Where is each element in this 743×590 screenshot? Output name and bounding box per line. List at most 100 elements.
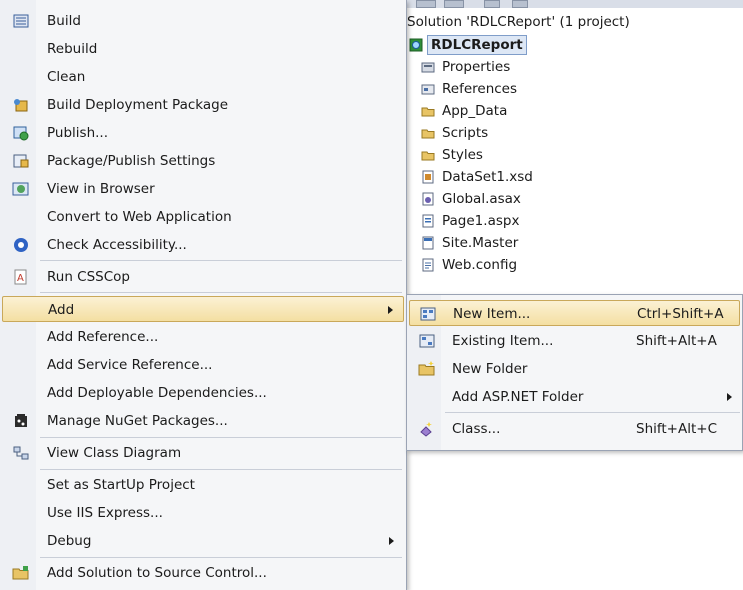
toolbar-button[interactable] xyxy=(444,0,464,8)
menu-item-package-publish-settings[interactable]: Package/Publish Settings xyxy=(2,148,404,174)
source-control-icon xyxy=(12,566,29,580)
menu-item-label: Build xyxy=(47,13,81,29)
submenu-item-label: Existing Item... xyxy=(452,333,554,349)
menu-item-convert-to-web-application[interactable]: Convert to Web Application xyxy=(2,204,404,230)
menu-item-debug[interactable]: Debug xyxy=(2,528,404,554)
menu-item-label: Add Solution to Source Control... xyxy=(47,565,267,581)
menu-item-build-deployment-package[interactable]: Build Deployment Package xyxy=(2,92,404,118)
menu-item-label: Add xyxy=(48,302,75,318)
menu-item-clean[interactable]: Clean xyxy=(2,64,404,90)
submenu-arrow-icon xyxy=(388,306,393,314)
project-label: RDLCReport xyxy=(427,35,527,55)
menu-item-run-csscop[interactable]: A Run CSSCop xyxy=(2,264,404,290)
tree-item-label: DataSet1.xsd xyxy=(442,169,533,185)
menu-item-add-reference[interactable]: Add Reference... xyxy=(2,324,404,350)
solution-explorer: Solution 'RDLCReport' (1 project) RDLCRe… xyxy=(405,8,743,290)
csscop-icon: A xyxy=(14,269,27,285)
shortcut-label: Shift+Alt+A xyxy=(636,333,717,349)
menu-item-label: Build Deployment Package xyxy=(47,97,229,113)
submenu-item-existing-item[interactable]: Existing Item... Shift+Alt+A xyxy=(409,328,740,354)
menu-item-label: Clean xyxy=(47,69,86,85)
menu-item-label: Use IIS Express... xyxy=(47,505,163,521)
menu-separator xyxy=(40,260,402,261)
build-icon xyxy=(13,14,29,28)
tree-item-label: Global.asax xyxy=(442,191,521,207)
menu-item-label: Check Accessibility... xyxy=(47,237,187,253)
menu-item-rebuild[interactable]: Rebuild xyxy=(2,36,404,62)
package-settings-icon xyxy=(13,154,29,168)
menu-item-label: Add Reference... xyxy=(47,329,159,345)
new-item-icon xyxy=(420,307,436,321)
solution-node[interactable]: Solution 'RDLCReport' (1 project) xyxy=(407,14,630,30)
toolbar-button[interactable] xyxy=(484,0,500,8)
menu-item-label: Run CSSCop xyxy=(47,269,130,285)
menu-item-add-deployable-dependencies[interactable]: Add Deployable Dependencies... xyxy=(2,380,404,406)
menu-item-add-service-reference[interactable]: Add Service Reference... xyxy=(2,352,404,378)
submenu-arrow-icon xyxy=(389,537,394,545)
web-project-icon xyxy=(409,38,423,52)
dataset-file-icon xyxy=(422,170,434,184)
deployment-package-icon xyxy=(14,99,28,112)
global-asax-icon xyxy=(422,192,434,206)
menu-item-label: View in Browser xyxy=(47,181,155,197)
submenu-item-label: New Folder xyxy=(452,361,528,377)
tree-item-label: Page1.aspx xyxy=(442,213,520,229)
menu-item-label: Package/Publish Settings xyxy=(47,153,216,169)
submenu-item-new-folder[interactable]: New Folder xyxy=(409,356,740,382)
tree-item-label: Web.config xyxy=(442,257,518,273)
add-submenu: New Item... Ctrl+Shift+A Existing Item..… xyxy=(406,294,743,451)
menu-item-label: View Class Diagram xyxy=(47,445,182,461)
menu-item-label: Debug xyxy=(47,533,92,549)
properties-icon xyxy=(421,62,435,73)
references-icon xyxy=(421,84,435,95)
menu-item-add[interactable]: Add xyxy=(2,296,404,322)
menu-item-build[interactable]: Build xyxy=(2,8,404,34)
menu-item-set-as-startup-project[interactable]: Set as StartUp Project xyxy=(2,472,404,498)
shortcut-label: Ctrl+Shift+A xyxy=(637,306,724,322)
menu-separator xyxy=(445,412,740,413)
tree-item-label: Site.Master xyxy=(442,235,519,251)
menu-separator xyxy=(40,557,402,558)
menu-item-check-accessibility[interactable]: Check Accessibility... xyxy=(2,232,404,258)
menu-item-label: Rebuild xyxy=(47,41,98,57)
config-file-icon xyxy=(422,258,434,272)
menu-item-view-class-diagram[interactable]: View Class Diagram xyxy=(2,440,404,466)
view-in-browser-icon xyxy=(12,182,29,196)
tree-item-label: App_Data xyxy=(442,103,508,119)
master-page-icon xyxy=(422,236,434,250)
menu-item-label: Add Deployable Dependencies... xyxy=(47,385,267,401)
menu-separator xyxy=(40,437,402,438)
project-context-menu: Build Rebuild Clean Build Deployment Pac… xyxy=(0,0,407,590)
shortcut-label: Shift+Alt+C xyxy=(636,421,718,437)
menu-item-publish[interactable]: Publish... xyxy=(2,120,404,146)
menu-item-view-in-browser[interactable]: View in Browser xyxy=(2,176,404,202)
tree-item-label: References xyxy=(442,81,518,97)
menu-item-add-solution-to-source-control[interactable]: Add Solution to Source Control... xyxy=(2,560,404,586)
submenu-item-new-item[interactable]: New Item... Ctrl+Shift+A xyxy=(409,300,740,326)
toolbar-button[interactable] xyxy=(416,0,436,8)
folder-icon xyxy=(421,107,435,117)
publish-icon xyxy=(13,126,29,141)
submenu-item-class[interactable]: Class... Shift+Alt+C xyxy=(409,416,740,442)
menu-item-label: Convert to Web Application xyxy=(47,209,232,225)
submenu-item-label: Add ASP.NET Folder xyxy=(452,389,584,405)
menu-item-label: Publish... xyxy=(47,125,108,141)
submenu-arrow-icon xyxy=(727,393,732,401)
tree-item-label: Scripts xyxy=(442,125,489,141)
existing-item-icon xyxy=(419,334,435,348)
tree-item-label: Properties xyxy=(442,59,511,75)
class-icon xyxy=(420,422,432,437)
folder-icon xyxy=(421,151,435,161)
toolbar-button[interactable] xyxy=(512,0,528,8)
new-folder-icon xyxy=(418,361,435,376)
menu-item-use-iis-express[interactable]: Use IIS Express... xyxy=(2,500,404,526)
folder-icon xyxy=(421,129,435,139)
submenu-item-label: New Item... xyxy=(453,306,531,322)
class-diagram-icon xyxy=(13,446,29,460)
menu-separator xyxy=(40,469,402,470)
tree-item-label: Styles xyxy=(442,147,483,163)
menu-item-manage-nuget-packages[interactable]: Manage NuGet Packages... xyxy=(2,408,404,434)
submenu-item-add-aspnet-folder[interactable]: Add ASP.NET Folder xyxy=(409,384,740,410)
menu-separator xyxy=(40,292,402,293)
menu-item-label: Add Service Reference... xyxy=(47,357,213,373)
